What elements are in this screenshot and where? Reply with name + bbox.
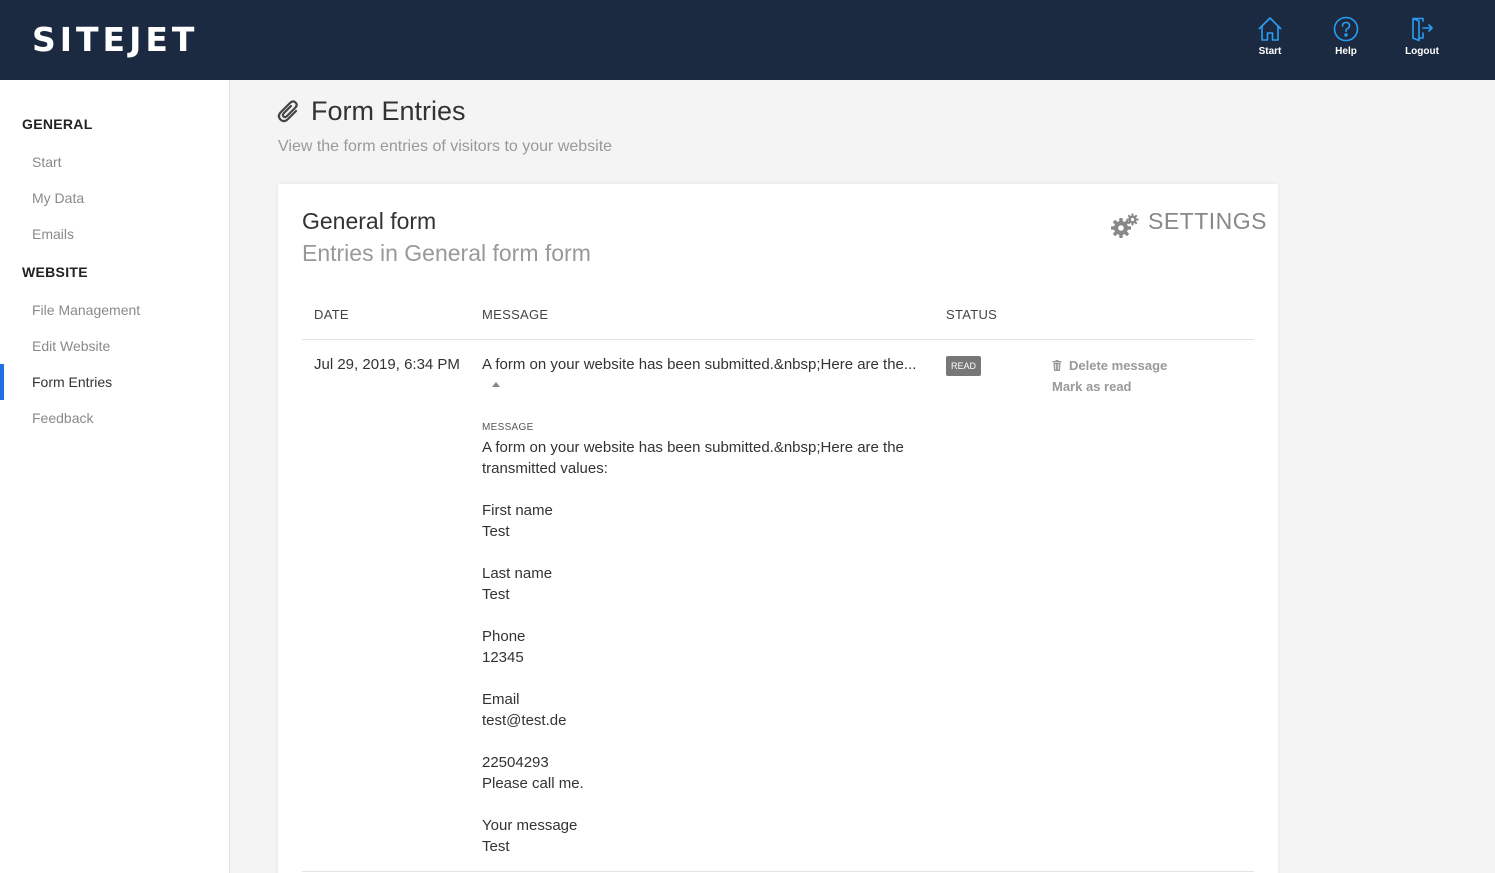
home-icon [1258, 17, 1282, 41]
field-name: Phone [482, 628, 526, 645]
form-entries-card: General form Entries in General form for… [278, 184, 1278, 873]
field-value: Test [482, 838, 510, 855]
field-email: Email test@test.de [482, 689, 922, 731]
field-name: First name [482, 502, 553, 519]
field-value: Please call me. [482, 775, 584, 792]
field-your-message: Your message Test [482, 815, 922, 857]
field-name: Email [482, 691, 520, 708]
sidebar-item-file-management[interactable]: File Management [32, 302, 140, 318]
sidebar: GENERAL Start My Data Emails WEBSITE Fil… [0, 80, 230, 873]
page-title: Form Entries [311, 96, 466, 126]
message-preview-text: A form on your website has been submitte… [482, 356, 917, 373]
message-detail-body: A form on your website has been submitte… [482, 437, 922, 873]
sidebar-heading-website: WEBSITE [22, 264, 88, 280]
nav-logout-label: Logout [1405, 46, 1439, 57]
field-value: Test [482, 586, 510, 603]
field-value: Test [482, 523, 510, 540]
active-indicator [0, 364, 4, 400]
gears-icon [1111, 213, 1139, 238]
field-phone: Phone 12345 [482, 626, 922, 668]
status-badge: READ [946, 356, 981, 376]
column-header-status: STATUS [946, 307, 998, 322]
form-subtitle: Entries in General form form [302, 240, 591, 266]
nav-help-label: Help [1335, 46, 1357, 57]
field-name: Last name [482, 565, 553, 582]
row-divider [302, 871, 1254, 872]
entry-date: Jul 29, 2019, 6:34 PM [314, 356, 460, 373]
page-subtitle: View the form entries of visitors to you… [278, 138, 613, 155]
logout-icon [1412, 17, 1433, 42]
column-header-date: DATE [314, 307, 349, 322]
sidebar-item-my-data[interactable]: My Data [32, 190, 84, 206]
sidebar-item-start[interactable]: Start [32, 154, 62, 170]
field-name: 22504293 [482, 754, 549, 771]
sidebar-heading-general: GENERAL [22, 116, 93, 132]
nav-start-button[interactable]: Start [1240, 16, 1300, 66]
field-value: test@test.de [482, 712, 567, 729]
help-icon [1333, 16, 1359, 42]
field-first-name: First name Test [482, 500, 922, 542]
top-bar: SITEJET Start Help Logout [0, 0, 1495, 80]
message-detail-label: MESSAGE [482, 422, 534, 433]
field-value: 12345 [482, 649, 524, 666]
nav-logout-button[interactable]: Logout [1392, 16, 1452, 66]
message-intro: A form on your website has been submitte… [482, 439, 904, 477]
collapse-caret-icon[interactable] [492, 382, 500, 387]
nav-start-label: Start [1258, 46, 1282, 57]
delete-message-button[interactable]: Delete message [1052, 358, 1167, 373]
sidebar-item-form-entries[interactable]: Form Entries [32, 374, 112, 390]
trash-icon [1052, 360, 1062, 371]
sidebar-item-feedback[interactable]: Feedback [32, 410, 93, 426]
sidebar-item-edit-website[interactable]: Edit Website [32, 338, 110, 354]
header-divider [302, 339, 1254, 340]
delete-message-label: Delete message [1069, 358, 1168, 373]
entry-message-preview: A form on your website has been submitte… [482, 354, 922, 396]
form-title: General form [302, 208, 437, 234]
column-header-message: MESSAGE [482, 307, 549, 322]
field-callback: 22504293 Please call me. [482, 752, 922, 794]
paperclip-icon [277, 100, 298, 123]
settings-button[interactable]: SETTINGS [1110, 208, 1267, 242]
mark-as-read-button[interactable]: Mark as read [1052, 379, 1132, 394]
sidebar-item-emails[interactable]: Emails [32, 226, 74, 242]
settings-label: SETTINGS [1148, 208, 1268, 234]
field-last-name: Last name Test [482, 563, 922, 605]
field-name: Your message [482, 817, 578, 834]
sitejet-logo[interactable]: SITEJET [32, 22, 198, 58]
nav-help-button[interactable]: Help [1316, 16, 1376, 66]
